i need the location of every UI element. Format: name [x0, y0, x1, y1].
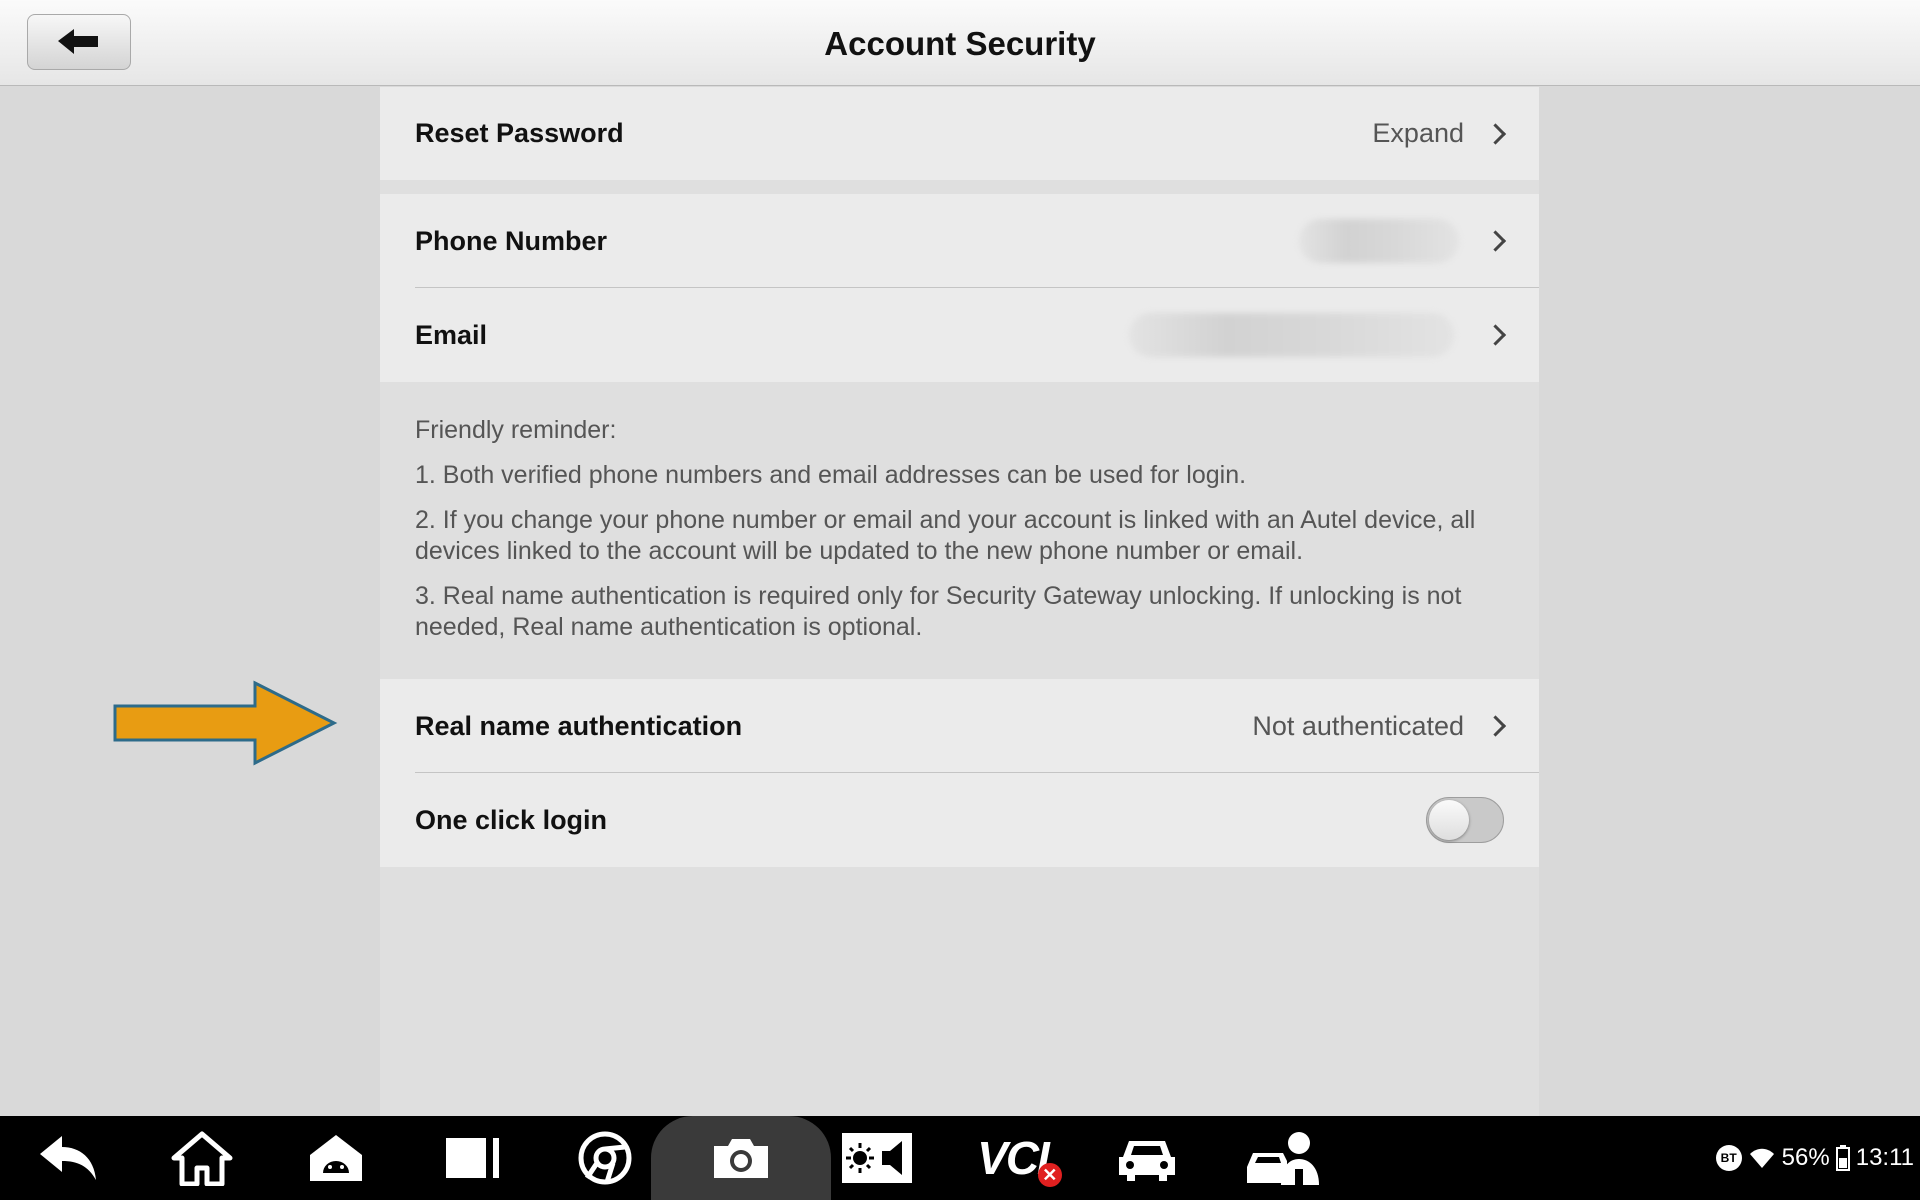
one-click-login-toggle[interactable] — [1426, 797, 1504, 843]
clock: 13:11 — [1855, 1144, 1914, 1171]
back-icon — [40, 1136, 96, 1180]
real-name-authentication-row[interactable]: Real name authentication Not authenticat… — [380, 679, 1539, 773]
recent-apps-icon — [446, 1138, 499, 1178]
nav-back-button[interactable] — [13, 1116, 123, 1200]
reminder-item: 3. Real name authentication is required … — [415, 582, 1462, 641]
vci-button[interactable]: VCI ✕ — [950, 1116, 1075, 1200]
reset-password-label: Reset Password — [415, 118, 624, 148]
taskbar: VCI ✕ BT 56% 13:11 — [0, 1116, 1920, 1200]
recent-apps-button[interactable] — [418, 1116, 528, 1200]
status-bar: BT 56% 13:11 — [1715, 1116, 1914, 1200]
reminder-item: 1. Both verified phone numbers and email… — [415, 461, 1247, 489]
phone-number-label: Phone Number — [415, 225, 608, 256]
reset-password-value: Expand — [1372, 118, 1464, 148]
vci-disconnected-icon: ✕ — [1037, 1163, 1062, 1187]
browser-button[interactable] — [550, 1116, 660, 1200]
vehicle-button[interactable] — [1092, 1116, 1202, 1200]
reset-password-row[interactable]: Reset Password Expand — [380, 87, 1539, 180]
technician-icon — [1247, 1132, 1319, 1185]
settings-panel: Reset Password Expand Phone Number Email… — [380, 87, 1539, 1116]
chevron-right-icon — [1484, 324, 1507, 346]
battery-icon — [1835, 1145, 1850, 1171]
wifi-icon — [1749, 1148, 1774, 1168]
one-click-login-row: One click login — [380, 773, 1539, 867]
home-icon — [171, 1131, 233, 1186]
browser-icon — [578, 1131, 632, 1185]
vci-icon: VCI ✕ — [977, 1131, 1062, 1187]
nav-home-button[interactable] — [147, 1116, 257, 1200]
phone-number-row[interactable]: Phone Number — [380, 194, 1539, 288]
android-icon — [310, 1135, 362, 1181]
annotation-arrow-icon — [113, 680, 338, 766]
email-label: Email — [415, 319, 488, 350]
battery-percent: 56% — [1781, 1144, 1830, 1171]
email-value-obscured — [1129, 313, 1454, 357]
camera-button[interactable] — [686, 1116, 796, 1200]
brightness-volume-icon — [842, 1133, 912, 1183]
friendly-reminder: Friendly reminder: 1. Both verified phon… — [415, 415, 1515, 657]
real-name-authentication-label: Real name authentication — [415, 710, 743, 741]
page-title: Account Security — [824, 25, 1096, 62]
chevron-right-icon — [1484, 715, 1507, 737]
real-name-authentication-status: Not authenticated — [1252, 710, 1464, 741]
reminder-item: 2. If you change your phone number or em… — [415, 506, 1476, 565]
car-icon — [1119, 1141, 1175, 1181]
bluetooth-icon: BT — [1715, 1145, 1742, 1171]
top-bar: Account Security — [0, 0, 1920, 86]
chevron-right-icon — [1484, 230, 1507, 252]
toggle-knob — [1429, 800, 1469, 840]
technician-button[interactable] — [1228, 1116, 1338, 1200]
phone-number-value-obscured — [1299, 219, 1459, 263]
android-home-button[interactable] — [281, 1116, 391, 1200]
reminder-title: Friendly reminder: — [415, 416, 617, 444]
brightness-volume-button[interactable] — [822, 1116, 932, 1200]
camera-icon — [714, 1139, 768, 1178]
chevron-right-icon — [1484, 122, 1507, 145]
one-click-login-label: One click login — [415, 804, 608, 835]
email-row[interactable]: Email — [380, 288, 1539, 382]
